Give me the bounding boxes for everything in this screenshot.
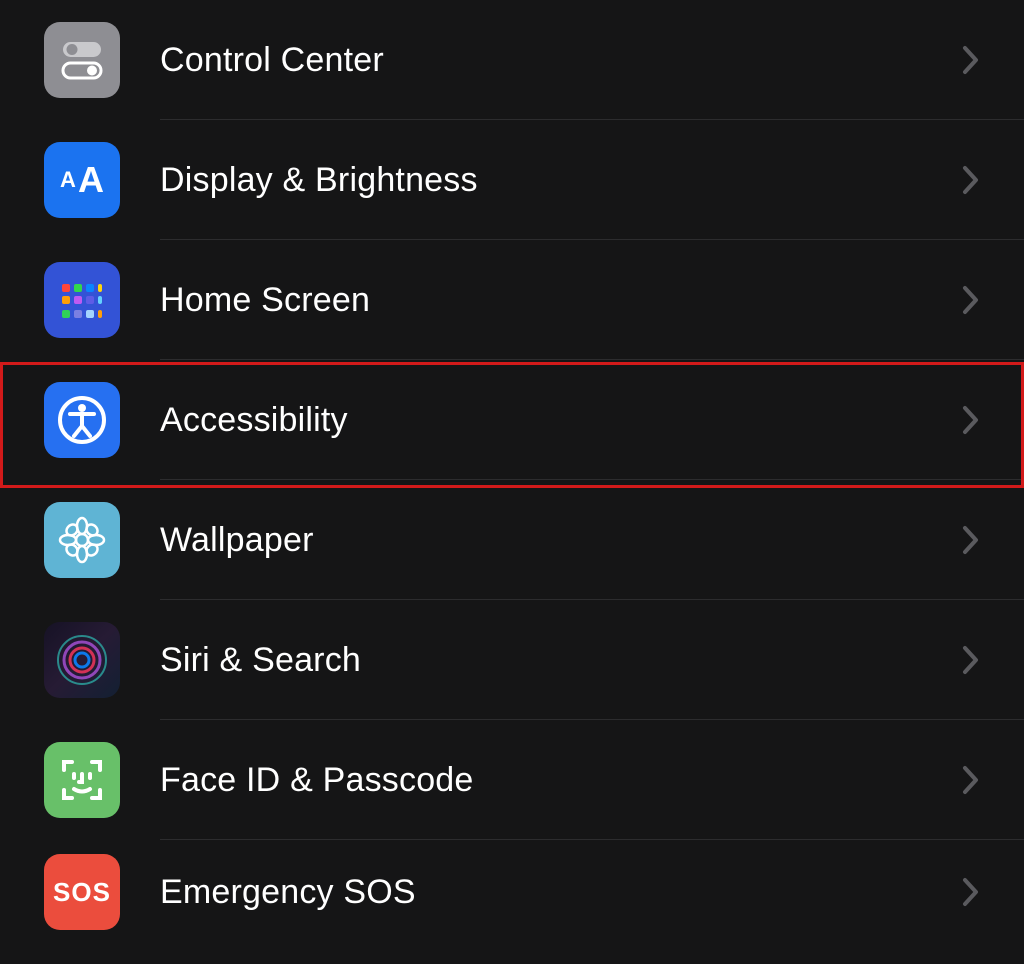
settings-row-display-brightness[interactable]: AA Display & Brightness [0,120,1024,240]
settings-row-control-center[interactable]: Control Center [0,0,1024,120]
sos-icon: SOS [44,854,120,930]
settings-row-home-screen[interactable]: Home Screen [0,240,1024,360]
chevron-right-icon [962,405,980,435]
row-label: Control Center [160,41,962,80]
chevron-right-icon [962,285,980,315]
chevron-right-icon [962,877,980,907]
row-label: Wallpaper [160,521,962,560]
row-label: Emergency SOS [160,873,962,912]
row-label: Accessibility [160,401,962,440]
settings-list: Control Center AA Display & Brightness [0,0,1024,944]
app-grid-icon [44,262,120,338]
settings-row-siri-search[interactable]: Siri & Search [0,600,1024,720]
siri-icon [44,622,120,698]
settings-row-face-id-passcode[interactable]: Face ID & Passcode [0,720,1024,840]
text-size-icon: AA [44,142,120,218]
face-id-icon [44,742,120,818]
row-label: Face ID & Passcode [160,761,962,800]
accessibility-icon [44,382,120,458]
chevron-right-icon [962,765,980,795]
row-label: Siri & Search [160,641,962,680]
row-label: Display & Brightness [160,161,962,200]
chevron-right-icon [962,45,980,75]
toggles-icon [44,22,120,98]
settings-row-emergency-sos[interactable]: SOS Emergency SOS [0,840,1024,944]
chevron-right-icon [962,645,980,675]
settings-row-accessibility[interactable]: Accessibility [0,360,1024,480]
row-label: Home Screen [160,281,962,320]
flower-icon [44,502,120,578]
chevron-right-icon [962,165,980,195]
chevron-right-icon [962,525,980,555]
settings-row-wallpaper[interactable]: Wallpaper [0,480,1024,600]
